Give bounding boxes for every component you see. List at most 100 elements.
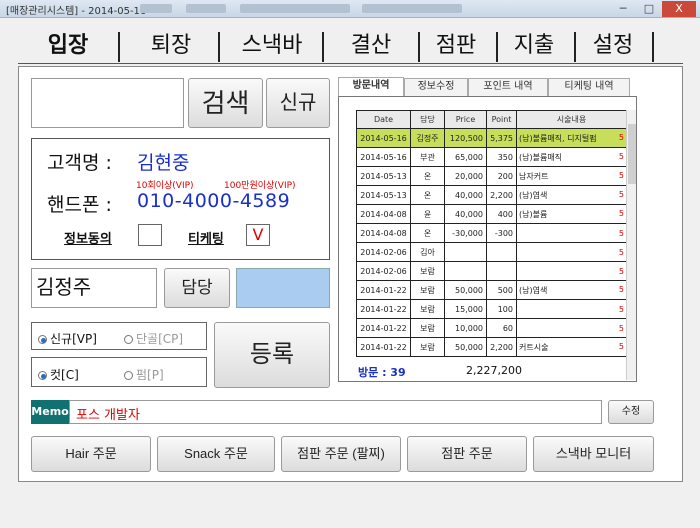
radio-dot-icon (124, 371, 133, 380)
cell-date: 2014-01-22 (356, 299, 411, 319)
service-text: (남)볼륨매직 (519, 152, 563, 162)
search-input[interactable] (31, 78, 184, 128)
minimize-button[interactable]: ─ (610, 1, 636, 17)
staff-button[interactable]: 담당 (164, 268, 230, 308)
cell-service: 5 (516, 299, 627, 319)
bracelet-order-button[interactable]: 점판 주문 (팔찌) (281, 436, 401, 472)
table-row[interactable]: 2014-01-22 보람 15,000 100 5 (356, 299, 627, 319)
service-rating: 5 (618, 208, 624, 218)
snackbar-monitor-button[interactable]: 스낵바 모니터 (533, 436, 654, 472)
radio-dot-icon (38, 335, 47, 344)
cell-date: 2014-01-22 (356, 337, 411, 357)
cell-date: 2014-01-22 (356, 318, 411, 338)
cell-point: 400 (486, 204, 517, 224)
cell-date: 2014-04-08 (356, 204, 411, 224)
title-bar: [매장관리시스템] - 2014-05-16 ─ □ X (0, 0, 700, 18)
table-row[interactable]: 2014-01-22 보람 10,000 60 5 (356, 318, 627, 338)
cell-staff: 김정주 (410, 128, 445, 148)
memo-input[interactable]: 포스 개발자 (69, 400, 602, 424)
table-row[interactable]: 2014-05-16 부관 65,000 350 5 (남)볼륨매직 (356, 147, 627, 167)
column-header-service[interactable]: 시술내용 (516, 110, 627, 129)
tab-settings[interactable]: 설정 (576, 28, 650, 62)
service-type-group: 컷[C] 펌[P] (31, 357, 207, 387)
main-tabs: 입장 퇴장 스낵바 결산 점판 지출 설정 (18, 22, 683, 64)
info-agree-label: 정보동의 (64, 232, 112, 247)
cell-point (486, 261, 517, 281)
close-button[interactable]: X (662, 1, 696, 17)
cell-price: 65,000 (444, 147, 487, 167)
tab-point-history[interactable]: 포인트 내역 (468, 78, 548, 96)
table-row[interactable]: 2014-01-22 보람 50,000 2,200 5 커트시술 (356, 337, 627, 357)
customer-name: 김현중 (137, 152, 190, 174)
tab-visit-history[interactable]: 방문내역 (338, 77, 404, 97)
staff-name-field[interactable]: 김정주 (31, 268, 157, 308)
tab-separator (322, 32, 324, 62)
tab-entry[interactable]: 입장 (28, 28, 108, 62)
service-rating: 5 (618, 323, 624, 333)
cell-point: -300 (486, 223, 517, 243)
tab-separator (118, 32, 120, 62)
service-rating: 5 (618, 304, 624, 314)
radio-new-vp[interactable]: 신규[VP] (38, 330, 97, 347)
tab-ticketing-history[interactable]: 티케팅 내역 (548, 78, 630, 96)
column-header-point[interactable]: Point (486, 110, 517, 129)
memo-edit-button[interactable]: 수정 (608, 400, 654, 424)
visit-total-amount: 2,227,200 (466, 364, 522, 377)
radio-perm[interactable]: 펌[P] (124, 366, 164, 383)
service-rating: 5 (618, 341, 624, 351)
cell-date: 2014-05-16 (356, 128, 411, 148)
new-customer-button[interactable]: 신규 (266, 78, 330, 128)
window-title: [매장관리시스템] - 2014-05-16 (6, 6, 147, 17)
cell-staff: 온 (410, 185, 445, 205)
tab-expense[interactable]: 지출 (498, 28, 570, 62)
cell-price: 10,000 (444, 318, 487, 338)
cell-service: 5 (516, 223, 627, 243)
column-header-staff[interactable]: 담당 (410, 110, 445, 129)
table-row[interactable]: 2014-01-22 보람 50,000 500 5 (남)염색 (356, 280, 627, 300)
table-row[interactable]: 2014-05-16 김정주 120,500 5,375 5 (남)볼륨매직, 디지털펌 (356, 128, 627, 148)
register-button[interactable]: 등록 (214, 322, 330, 388)
table-row[interactable]: 2014-04-08 윤 40,000 400 5 (남)볼륨 (356, 204, 627, 224)
service-rating: 5 (618, 266, 624, 276)
table-row[interactable]: 2014-02-06 김아 5 (356, 242, 627, 262)
service-rating: 5 (618, 247, 624, 257)
tab-settlement[interactable]: 결산 (326, 28, 416, 62)
cell-point: 60 (486, 318, 517, 338)
tab-snackbar[interactable]: 스낵바 (224, 28, 320, 62)
snack-order-button[interactable]: Snack 주문 (157, 436, 275, 472)
column-header-price[interactable]: Price (444, 110, 487, 129)
cell-service: 5 (남)볼륨 (516, 204, 627, 224)
cell-staff: 온 (410, 166, 445, 186)
cell-point: 100 (486, 299, 517, 319)
radio-cut[interactable]: 컷[C] (38, 366, 79, 383)
cell-point: 350 (486, 147, 517, 167)
maximize-button[interactable]: □ (636, 1, 662, 17)
cell-staff: 부관 (410, 147, 445, 167)
service-rating: 5 (618, 189, 624, 199)
service-rating: 5 (618, 228, 624, 238)
cell-point (486, 242, 517, 262)
hair-order-button[interactable]: Hair 주문 (31, 436, 151, 472)
tab-separator (218, 32, 220, 62)
table-row[interactable]: 2014-04-08 온 -30,000 -300 5 (356, 223, 627, 243)
search-button[interactable]: 검색 (188, 78, 263, 128)
tab-store-sales[interactable]: 점판 (420, 28, 492, 62)
table-row[interactable]: 2014-05-13 온 40,000 2,200 5 (남)염색 (356, 185, 627, 205)
ticketing-checkbox[interactable]: V (246, 224, 270, 246)
radio-regular-cp[interactable]: 단골[CP] (124, 330, 183, 347)
column-header-date[interactable]: Date (356, 110, 411, 129)
visit-table-scrollbar[interactable] (626, 110, 636, 380)
info-agree-checkbox[interactable] (138, 224, 162, 246)
store-order-button[interactable]: 점판 주문 (407, 436, 527, 472)
tab-edit-info[interactable]: 정보수정 (404, 78, 468, 96)
cell-service: 5 (516, 261, 627, 281)
table-row[interactable]: 2014-05-13 온 20,000 200 5 남자커트 (356, 166, 627, 186)
cell-date: 2014-05-16 (356, 147, 411, 167)
scrollbar-thumb[interactable] (628, 124, 636, 184)
cell-date: 2014-02-06 (356, 242, 411, 262)
tab-exit[interactable]: 퇴장 (126, 28, 216, 62)
table-row[interactable]: 2014-02-06 보람 5 (356, 261, 627, 281)
cell-service: 5 (남)염색 (516, 280, 627, 300)
cell-date: 2014-05-13 (356, 166, 411, 186)
cell-price: -30,000 (444, 223, 487, 243)
